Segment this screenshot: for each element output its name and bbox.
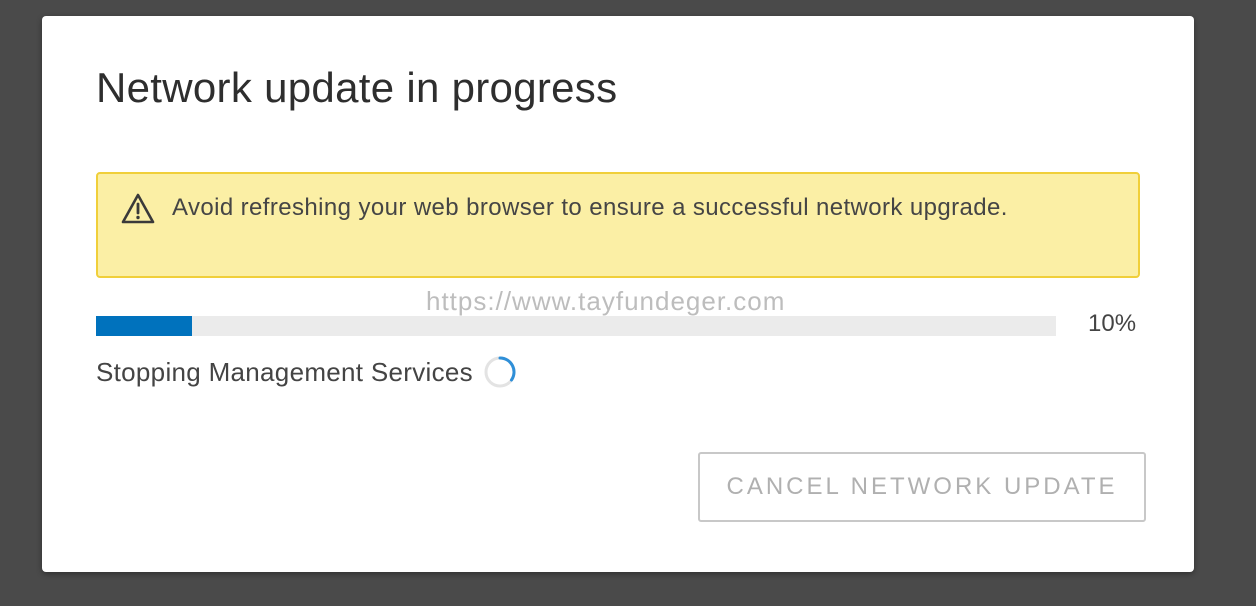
progress-percent-label: 10% [1088,310,1137,337]
network-update-dialog: Network update in progress Avoid refresh… [42,16,1194,572]
alert-message: Avoid refreshing your web browser to ens… [172,194,1008,221]
status-text: Stopping Management Services [96,356,473,387]
dialog-title: Network update in progress [96,64,618,111]
cancel-network-update-button[interactable]: CANCEL NETWORK UPDATE [698,452,1146,522]
watermark-url: https://www.tayfundeger.com [426,286,786,316]
progress-bar [96,316,1056,336]
status-row: Stopping Management Services [96,354,517,390]
loading-spinner-icon [484,356,516,388]
warning-triangle-icon [121,193,155,224]
progress-bar-fill [96,316,192,336]
warning-alert: Avoid refreshing your web browser to ens… [96,172,1140,278]
